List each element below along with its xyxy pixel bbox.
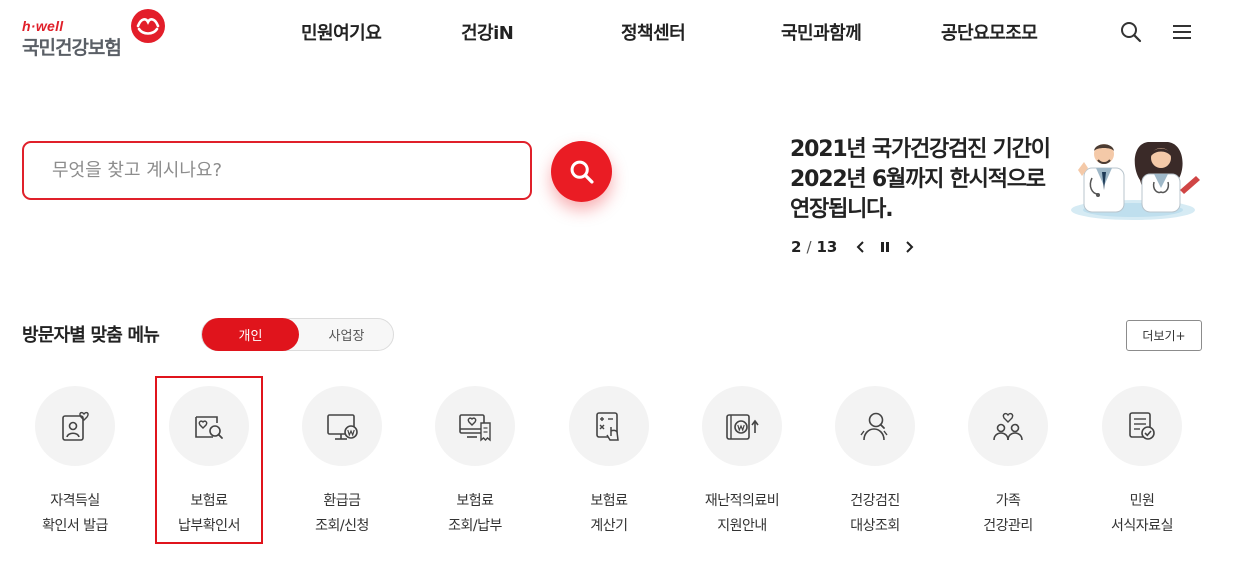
banner-page-current: 2 <box>791 238 802 256</box>
banner-title-line: 2021년 국가건강검진 기간이 <box>790 137 1051 162</box>
menu-item-label: 환급금 조회/신청 <box>282 489 402 539</box>
menu-label-line2: 건강관리 <box>983 518 1033 534</box>
toggle-individual[interactable]: 개인 <box>202 318 299 351</box>
menu-item-family-health[interactable]: 가족 건강관리 <box>948 386 1068 546</box>
menu-icon-circle <box>702 386 782 466</box>
menu-label-line2: 확인서 발급 <box>42 518 108 534</box>
menu-item-premium-inquiry-payment[interactable]: 보험료 조회/납부 <box>415 386 535 546</box>
menu-icon-circle <box>435 386 515 466</box>
menu-icon-circle <box>1102 386 1182 466</box>
screen-heart-receipt-icon <box>459 414 491 442</box>
chevron-left-icon <box>856 241 865 253</box>
pause-icon <box>881 242 890 252</box>
menu-icon-circle <box>569 386 649 466</box>
menu-label-line1: 보험료 <box>190 493 228 509</box>
menu-item-label: 재난적의료비 지원안내 <box>682 489 802 539</box>
person-search-icon <box>860 412 888 441</box>
banner-prev-button[interactable] <box>851 237 871 257</box>
banner-pause-button[interactable] <box>875 237 895 257</box>
menu-item-refund-inquiry[interactable]: 환급금 조회/신청 <box>282 386 402 546</box>
nav-item-health-in[interactable]: 건강iN <box>461 19 514 45</box>
banner-controls: 2 / 13 <box>791 236 919 258</box>
nav-item-policy-center[interactable]: 정책센터 <box>621 19 686 45</box>
menu-label-line2: 계산기 <box>590 518 628 534</box>
search-box <box>22 141 532 200</box>
form-check-icon <box>1129 412 1155 440</box>
banner-title[interactable]: 2021년 국가건강검진 기간이 2022년 6월까지 한시적으로 연장됩니다. <box>790 135 1080 225</box>
search-icon[interactable] <box>1119 20 1143 44</box>
menu-icon-circle <box>35 386 115 466</box>
menu-icon-circle <box>835 386 915 466</box>
menu-label-line1: 환급금 <box>323 493 361 509</box>
menu-label-line2: 납부확인서 <box>178 518 240 534</box>
nav-item-civil-service[interactable]: 민원여기요 <box>301 19 382 45</box>
banner-title-line: 2022년 6월까지 한시적으로 <box>790 167 1046 192</box>
nav-item-about-nhis[interactable]: 공단요모조모 <box>941 19 1038 45</box>
menu-item-premium-calculator[interactable]: 보험료 계산기 <box>549 386 669 546</box>
menu-icon-circle <box>302 386 382 466</box>
menu-item-label: 건강검진 대상조회 <box>815 489 935 539</box>
menu-item-label: 보험료 납부확인서 <box>149 489 269 539</box>
wallet-won-up-icon <box>726 414 759 440</box>
menu-item-label: 보험료 계산기 <box>549 489 669 539</box>
hamburger-menu-icon[interactable] <box>1170 20 1194 44</box>
menu-label-line1: 재난적의료비 <box>704 493 780 509</box>
more-button[interactable]: 더보기+ <box>1126 320 1202 351</box>
banner-page-total: 13 <box>816 238 838 256</box>
menu-item-qualification-certificate[interactable]: 자격득실 확인서 발급 <box>15 386 135 546</box>
banner-page-separator: / <box>806 238 812 256</box>
menu-label-line2: 서식자료실 <box>1111 518 1173 534</box>
menu-label-line1: 가족 <box>995 493 1021 509</box>
menu-label-line2: 조회/신청 <box>315 518 369 534</box>
menu-label-line2: 대상조회 <box>850 518 900 534</box>
nav-item-with-citizens[interactable]: 국민과함께 <box>781 19 862 45</box>
calculator-touch-icon <box>596 412 619 441</box>
menu-label-line1: 민원 <box>1129 493 1155 509</box>
menu-label-line1: 자격득실 <box>50 493 100 509</box>
menu-label-line1: 보험료 <box>456 493 494 509</box>
banner-title-line: 연장됩니다. <box>790 197 894 222</box>
document-search-icon <box>195 416 223 439</box>
menu-item-health-checkup-inquiry[interactable]: 건강검진 대상조회 <box>815 386 935 546</box>
toggle-business[interactable]: 사업장 <box>299 319 394 350</box>
section-title: 방문자별 맞춤 메뉴 <box>22 325 160 346</box>
chevron-right-icon <box>906 241 914 253</box>
visitor-type-toggle: 개인 사업장 <box>201 318 394 351</box>
global-nav: 민원여기요 건강iN 정책센터 국민과함께 공단요모조모 <box>0 19 1240 49</box>
monitor-won-icon <box>327 414 358 440</box>
menu-item-civil-forms[interactable]: 민원 서식자료실 <box>1082 386 1202 546</box>
menu-icon-circle <box>968 386 1048 466</box>
menu-label-line2: 조회/납부 <box>448 518 502 534</box>
menu-item-label: 민원 서식자료실 <box>1082 489 1202 539</box>
menu-label-line1: 건강검진 <box>850 493 900 509</box>
menu-item-label: 가족 건강관리 <box>948 489 1068 539</box>
menu-item-catastrophic-medical-support[interactable]: 재난적의료비 지원안내 <box>682 386 802 546</box>
doctors-illustration <box>1071 142 1200 220</box>
banner-next-button[interactable] <box>899 237 919 257</box>
search-input[interactable] <box>52 157 502 183</box>
menu-label-line2: 지원안내 <box>717 518 767 534</box>
search-button[interactable] <box>551 141 612 202</box>
menu-label-line1: 보험료 <box>590 493 628 509</box>
menu-item-label: 자격득실 확인서 발급 <box>15 489 135 539</box>
menu-item-premium-payment-certificate[interactable]: 보험료 납부확인서 <box>149 386 269 546</box>
search-icon <box>570 160 594 184</box>
menu-icon-circle <box>169 386 249 466</box>
id-card-icon <box>62 411 89 441</box>
menu-item-label: 보험료 조회/납부 <box>415 489 535 539</box>
family-heart-icon <box>993 412 1023 441</box>
